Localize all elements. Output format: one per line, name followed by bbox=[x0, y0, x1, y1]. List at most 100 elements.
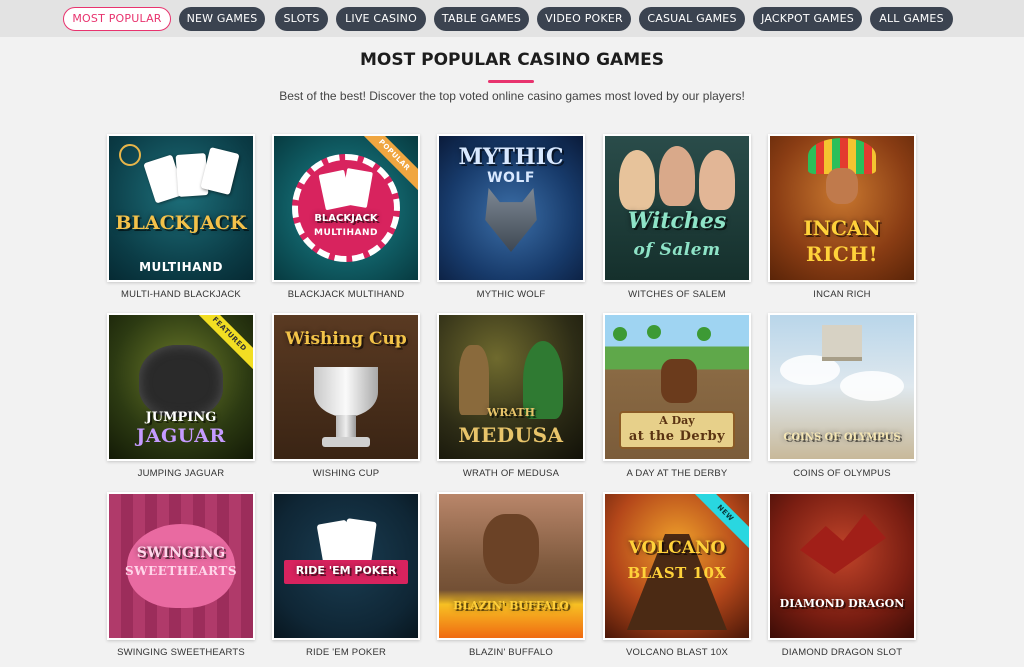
cloud-icon bbox=[840, 371, 904, 401]
tab-jackpot-games[interactable]: JACKPOT GAMES bbox=[753, 7, 862, 31]
game-art-subtitle: MULTIHAND bbox=[314, 228, 378, 238]
game-art-title: INCAN bbox=[803, 216, 881, 240]
witch-figure-icon bbox=[619, 150, 655, 210]
game-art-subtitle: SWEETHEARTS bbox=[124, 564, 238, 578]
game-thumbnail: MYTHIC WOLF bbox=[439, 136, 583, 280]
game-name[interactable]: MULTI-HAND BLACKJACK bbox=[91, 289, 271, 300]
game-name[interactable]: WISHING CUP bbox=[256, 468, 436, 479]
tree-icon bbox=[647, 325, 661, 339]
game-name[interactable]: RIDE 'EM POKER bbox=[256, 647, 436, 658]
game-art-title: Witches bbox=[627, 208, 727, 234]
game-name[interactable]: JUMPING JAGUAR bbox=[91, 468, 271, 479]
game-tile-jumping-jaguar[interactable]: JUMPING JAGUAR FEATURED bbox=[107, 313, 255, 461]
game-art-subtitle: RICH! bbox=[805, 242, 879, 266]
game-tile-volcano-blast-10x[interactable]: VOLCANO BLAST 10X NEW bbox=[603, 492, 751, 640]
game-art-subtitle: MEDUSA bbox=[458, 423, 564, 447]
game-thumbnail: BLAZIN' BUFFALO bbox=[439, 494, 583, 638]
game-art-title: RIDE 'EM POKER bbox=[295, 564, 397, 577]
game-art-title: BLACKJACK bbox=[314, 213, 378, 224]
game-tile-coins-of-olympus[interactable]: COINS OF OLYMPUS bbox=[768, 313, 916, 461]
game-art-title: VOLCANO bbox=[628, 538, 726, 558]
page-subtitle: Best of the best! Discover the top voted… bbox=[279, 89, 745, 103]
game-name[interactable]: MYTHIC WOLF bbox=[421, 289, 601, 300]
card-icon bbox=[341, 518, 377, 564]
game-tile-mythic-wolf[interactable]: MYTHIC WOLF bbox=[437, 134, 585, 282]
game-art-title: COINS OF OLYMPUS bbox=[783, 432, 901, 443]
game-thumbnail: BLACKJACK MULTIHAND POPULAR bbox=[274, 136, 418, 280]
game-thumbnail: Witches of Salem bbox=[605, 136, 749, 280]
game-art-subtitle: WOLF bbox=[487, 170, 535, 186]
logo-emblem-icon bbox=[119, 144, 141, 166]
trophy-stem-icon bbox=[336, 415, 356, 439]
game-thumbnail: BLACKJACK MULTIHAND bbox=[109, 136, 253, 280]
game-tile-swinging-sweethearts[interactable]: SWINGING SWEETHEARTS bbox=[107, 492, 255, 640]
game-thumbnail: Wishing Cup bbox=[274, 315, 418, 459]
game-name[interactable]: A DAY AT THE DERBY bbox=[587, 468, 767, 479]
game-name[interactable]: DIAMOND DRAGON SLOT bbox=[752, 647, 932, 658]
game-art-subtitle: MULTIHAND bbox=[139, 260, 223, 274]
wolf-head-icon bbox=[485, 188, 537, 252]
witch-figure-icon bbox=[699, 150, 735, 210]
game-thumbnail: DIAMOND DRAGON bbox=[770, 494, 914, 638]
game-thumbnail: JUMPING JAGUAR FEATURED bbox=[109, 315, 253, 459]
game-thumbnail: INCAN RICH! bbox=[770, 136, 914, 280]
game-thumbnail: SWINGING SWEETHEARTS bbox=[109, 494, 253, 638]
game-tile-witches-of-salem[interactable]: Witches of Salem bbox=[603, 134, 751, 282]
game-tile-a-day-at-the-derby[interactable]: A Day at the Derby bbox=[603, 313, 751, 461]
game-tile-incan-rich[interactable]: INCAN RICH! bbox=[768, 134, 916, 282]
warrior-figure-icon bbox=[459, 345, 489, 415]
card-icon bbox=[200, 146, 240, 196]
game-art-title: MYTHIC bbox=[458, 144, 564, 170]
game-thumbnail: COINS OF OLYMPUS bbox=[770, 315, 914, 459]
flame-icon bbox=[439, 590, 583, 638]
jaguar-head-icon bbox=[139, 345, 223, 417]
tab-live-casino[interactable]: LIVE CASINO bbox=[336, 7, 426, 31]
game-art-title: WRATH bbox=[486, 406, 535, 419]
tree-icon bbox=[697, 327, 711, 341]
title-underline bbox=[488, 80, 534, 83]
buffalo-head-icon bbox=[483, 514, 539, 584]
game-art-title: SWINGING bbox=[136, 545, 226, 561]
dragon-icon bbox=[800, 514, 886, 574]
tab-most-popular[interactable]: MOST POPULAR bbox=[63, 7, 171, 31]
game-art-title: BLACKJACK bbox=[115, 212, 247, 234]
game-thumbnail: RIDE 'EM POKER bbox=[274, 494, 418, 638]
game-tile-wishing-cup[interactable]: Wishing Cup bbox=[272, 313, 420, 461]
game-art-subtitle: JAGUAR bbox=[136, 425, 226, 447]
game-thumbnail: A Day at the Derby bbox=[605, 315, 749, 459]
game-tile-blazin-buffalo[interactable]: BLAZIN' BUFFALO bbox=[437, 492, 585, 640]
tab-video-poker[interactable]: VIDEO POKER bbox=[537, 7, 631, 31]
game-thumbnail: WRATH MEDUSA bbox=[439, 315, 583, 459]
tab-slots[interactable]: SLOTS bbox=[275, 7, 328, 31]
game-tile-ride-em-poker[interactable]: RIDE 'EM POKER bbox=[272, 492, 420, 640]
tab-all-games[interactable]: ALL GAMES bbox=[870, 7, 953, 31]
category-nav: MOST POPULAR NEW GAMES SLOTS LIVE CASINO… bbox=[0, 0, 1024, 37]
game-tile-diamond-dragon-slot[interactable]: DIAMOND DRAGON bbox=[768, 492, 916, 640]
game-tile-multi-hand-blackjack[interactable]: BLACKJACK MULTIHAND bbox=[107, 134, 255, 282]
tree-icon bbox=[613, 327, 627, 341]
game-name[interactable]: VOLCANO BLAST 10X bbox=[587, 647, 767, 658]
game-tile-blackjack-multihand[interactable]: BLACKJACK MULTIHAND POPULAR bbox=[272, 134, 420, 282]
game-name[interactable]: WITCHES OF SALEM bbox=[587, 289, 767, 300]
game-name[interactable]: SWINGING SWEETHEARTS bbox=[91, 647, 271, 658]
page-title: MOST POPULAR CASINO GAMES bbox=[360, 50, 664, 70]
trophy-base-icon bbox=[322, 437, 370, 447]
game-name[interactable]: WRATH OF MEDUSA bbox=[421, 468, 601, 479]
horse-jockey-icon bbox=[661, 359, 697, 403]
game-art-subtitle: at the Derby bbox=[628, 429, 726, 444]
tab-new-games[interactable]: NEW GAMES bbox=[179, 7, 265, 31]
tab-casual-games[interactable]: CASUAL GAMES bbox=[639, 7, 745, 31]
game-name[interactable]: BLAZIN' BUFFALO bbox=[421, 647, 601, 658]
game-name[interactable]: COINS OF OLYMPUS bbox=[752, 468, 932, 479]
tab-table-games[interactable]: TABLE GAMES bbox=[434, 7, 529, 31]
game-tile-wrath-of-medusa[interactable]: WRATH MEDUSA bbox=[437, 313, 585, 461]
temple-icon bbox=[822, 325, 862, 361]
game-art-title: BLAZIN' BUFFALO bbox=[453, 599, 569, 612]
game-name[interactable]: BLACKJACK MULTIHAND bbox=[256, 289, 436, 300]
game-art-title: Wishing Cup bbox=[285, 329, 407, 349]
game-name[interactable]: INCAN RICH bbox=[752, 289, 932, 300]
chief-face-icon bbox=[826, 168, 858, 204]
trophy-cup-icon bbox=[314, 367, 378, 417]
game-art-subtitle: BLAST 10X bbox=[627, 564, 727, 582]
game-art-title: A Day bbox=[659, 414, 695, 427]
